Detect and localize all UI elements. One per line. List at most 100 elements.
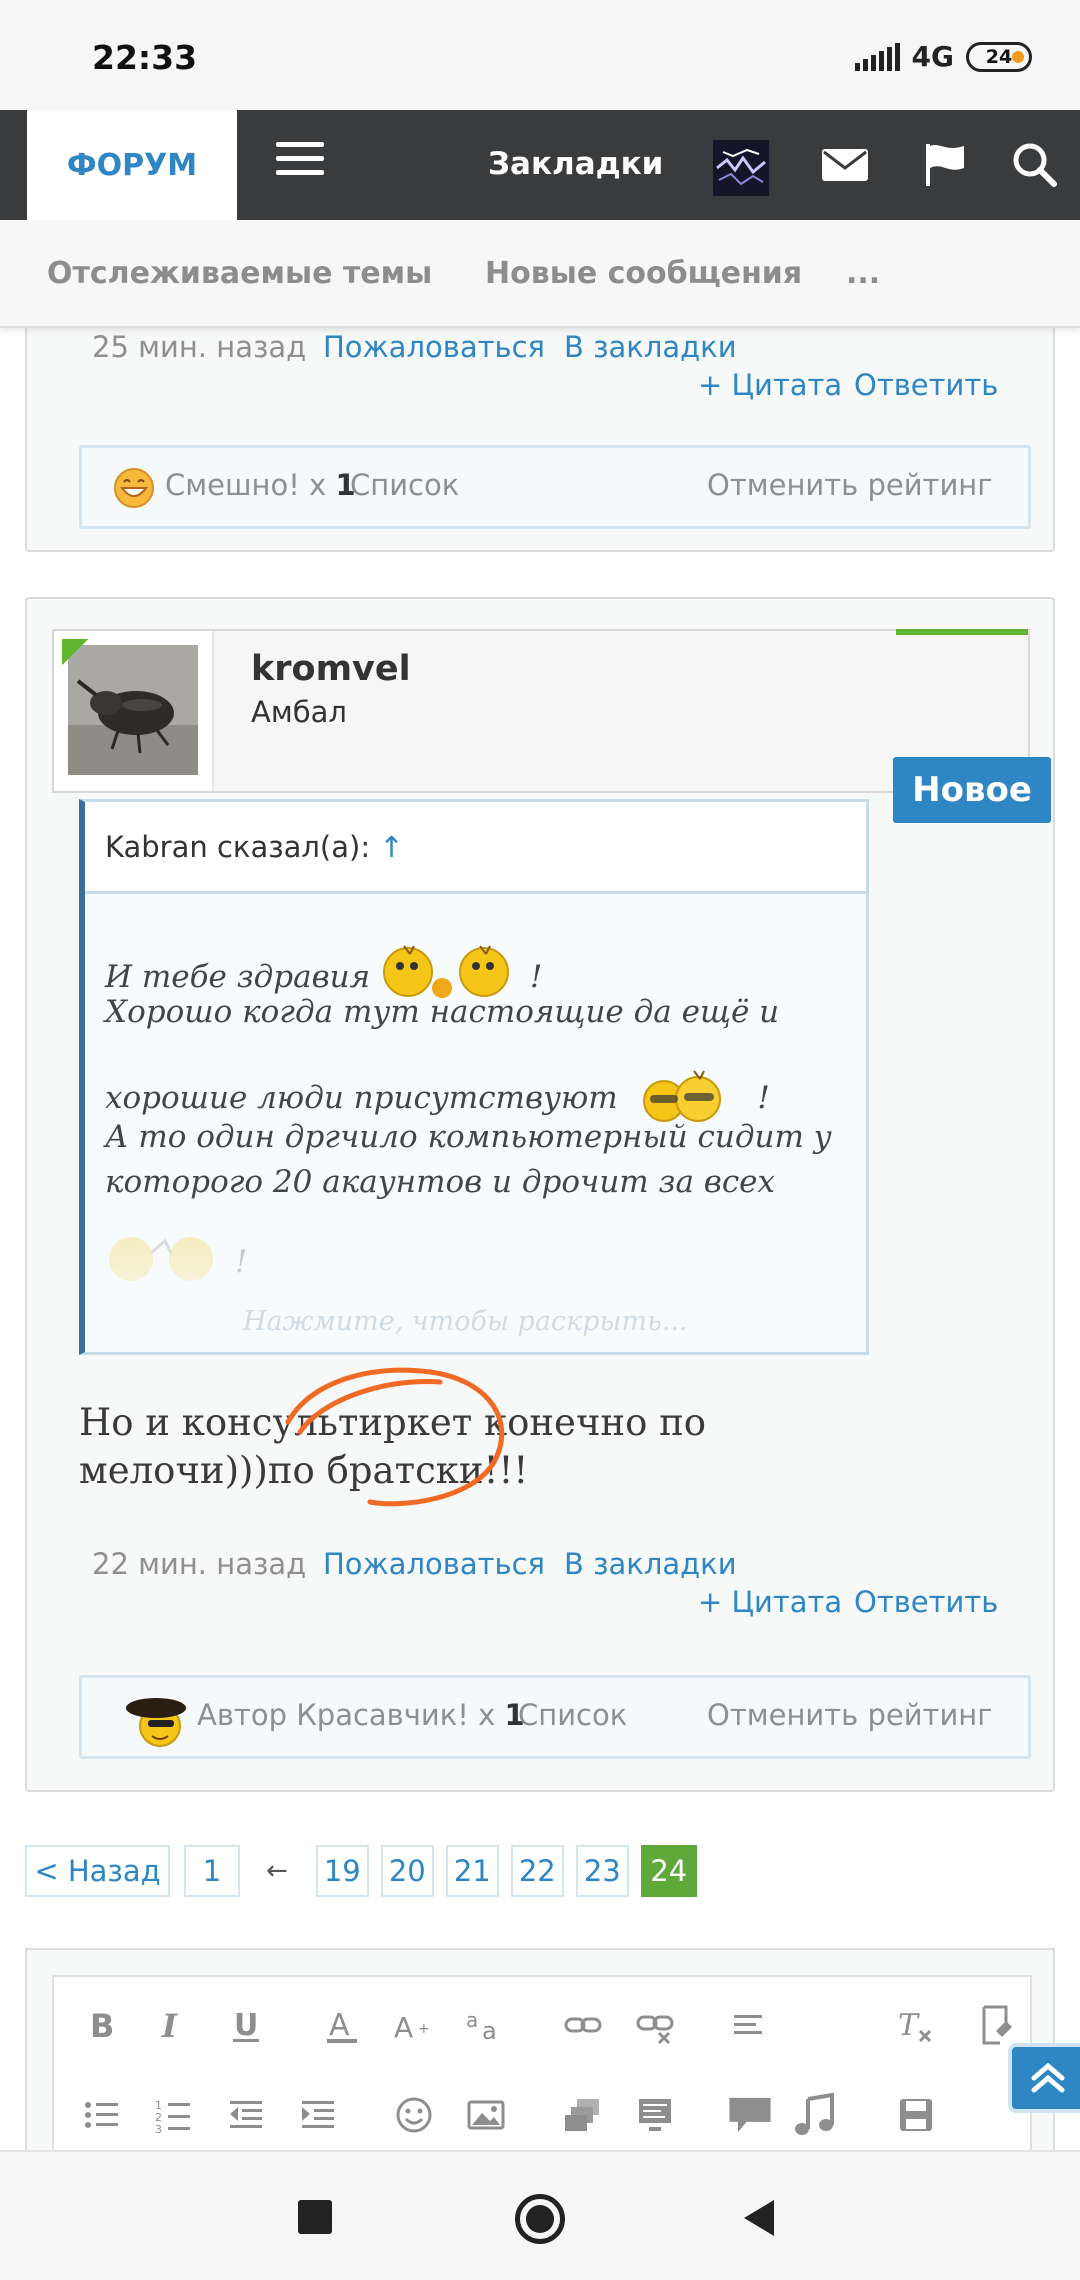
report-link[interactable]: Пожаловаться — [323, 330, 545, 364]
menu-icon[interactable] — [276, 142, 324, 178]
svg-text:A: A — [329, 2008, 350, 2043]
flag-icon[interactable] — [920, 140, 970, 190]
save-icon[interactable] — [892, 2091, 940, 2139]
page-22[interactable]: 22 — [510, 1845, 564, 1897]
rating-bar: Смешно! x 1 Список Отменить рейтинг — [79, 445, 1031, 529]
report-link[interactable]: Пожаловаться — [323, 1547, 545, 1581]
post-time: 25 мин. назад — [92, 330, 307, 364]
author-title: Амбал — [251, 695, 347, 729]
recents-icon[interactable] — [298, 2200, 332, 2234]
post-message: Но и консультиркет конечно по мелочи)))п… — [79, 1399, 1019, 1495]
bullet-list-icon[interactable] — [78, 2091, 126, 2139]
remove-format-icon[interactable]: T — [892, 2001, 940, 2049]
number-list-icon[interactable]: 123 — [150, 2091, 198, 2139]
quote-line: Хорошо когда тут настоящие да ещё и — [105, 994, 780, 1030]
new-post-strip — [896, 629, 1028, 635]
rating-label: Автор Красавчик! x 1 — [197, 1698, 525, 1732]
envelope-icon[interactable] — [820, 140, 870, 190]
chat-icon[interactable] — [726, 2091, 774, 2139]
post-time: 22 мин. назад — [92, 1547, 307, 1581]
author-avatar[interactable] — [54, 631, 214, 791]
reply-editor: B I U A A + aa T 123 — [25, 1948, 1055, 2165]
svg-text:I: I — [161, 2007, 178, 2045]
page-19[interactable]: 19 — [315, 1845, 369, 1897]
music-icon[interactable] — [790, 2091, 838, 2139]
home-icon[interactable] — [515, 2194, 565, 2244]
outdent-icon[interactable] — [222, 2091, 270, 2139]
italic-icon[interactable]: I — [150, 2001, 198, 2049]
tab-forum[interactable]: ФОРУМ — [27, 110, 237, 220]
page-20[interactable]: 20 — [380, 1845, 434, 1897]
bold-icon[interactable]: B — [78, 2001, 126, 2049]
rating-label: Смешно! x 1 — [165, 468, 356, 502]
battery-level: 24 — [985, 45, 1013, 68]
status-icons: 4G 24 — [854, 40, 1032, 73]
quote-line: А то один дргчило компьютерный сидит у — [105, 1119, 832, 1155]
svg-text:3: 3 — [155, 2123, 162, 2135]
double-chevron-up-icon — [1031, 2062, 1065, 2093]
undo-icon[interactable] — [972, 2001, 1020, 2049]
page-21[interactable]: 21 — [445, 1845, 499, 1897]
image-icon[interactable] — [462, 2091, 510, 2139]
page-23[interactable]: 23 — [575, 1845, 629, 1897]
nav-bookmarks[interactable]: Закладки — [488, 146, 663, 182]
subnav-more[interactable]: ... — [846, 256, 880, 291]
system-nav-bar — [0, 2150, 1080, 2280]
font-size-icon[interactable]: A + — [390, 2001, 438, 2049]
reply-link[interactable]: Ответить — [854, 368, 998, 402]
cancel-rating-link[interactable]: Отменить рейтинг — [707, 468, 992, 502]
online-indicator — [62, 639, 88, 665]
svg-text:U: U — [234, 2008, 258, 2043]
svg-text:A: A — [394, 2011, 413, 2044]
search-icon[interactable] — [1010, 140, 1060, 190]
bookmark-link[interactable]: В закладки — [564, 1547, 737, 1581]
font-family-icon[interactable]: aa — [462, 2001, 510, 2049]
quote-block: Kabran сказал(а): ↑ И тебе здравия ! Хор… — [79, 799, 869, 1355]
code-icon[interactable] — [631, 2091, 679, 2139]
svg-text:a: a — [466, 2008, 478, 2032]
sub-nav: Отслеживаемые темы Новые сообщения ... — [0, 220, 1080, 328]
rating-list-link[interactable]: Список — [518, 1698, 627, 1732]
laughing-smiley-icon — [112, 466, 156, 514]
page-gap-arrow[interactable]: ← — [266, 1856, 288, 1886]
align-icon[interactable] — [726, 2001, 774, 2049]
battery-icon: 24 — [966, 41, 1032, 72]
bookmark-link[interactable]: В закладки — [564, 330, 737, 364]
post-previous: 25 мин. назад Пожаловаться В закладки + … — [25, 300, 1055, 552]
quote-header: Kabran сказал(а): ↑ — [85, 802, 866, 894]
indent-icon[interactable] — [294, 2091, 342, 2139]
prev-page-button[interactable]: < Назад — [25, 1845, 170, 1897]
unlink-icon[interactable] — [631, 2001, 679, 2049]
page-1[interactable]: 1 — [184, 1845, 240, 1897]
page-24-current[interactable]: 24 — [640, 1845, 697, 1897]
message-line: мелочи)))по братски!!! — [79, 1449, 529, 1492]
scroll-to-top-button[interactable] — [1008, 2043, 1080, 2113]
signal-icon — [854, 42, 900, 71]
quote-link[interactable]: + Цитата — [698, 1585, 842, 1619]
status-bar: 22:33 4G 24 — [0, 0, 1080, 110]
quote-line: И тебе здравия ! — [105, 942, 845, 998]
user-avatar[interactable] — [713, 140, 769, 196]
reply-link[interactable]: Ответить — [854, 1585, 998, 1619]
quote-link[interactable]: + Цитата — [698, 368, 842, 402]
message-line: Но и консультиркет конечно по — [79, 1401, 707, 1444]
rating-list-link[interactable]: Список — [350, 468, 459, 502]
link-icon[interactable] — [559, 2001, 607, 2049]
author-card: kromvel Амбал — [52, 629, 1030, 793]
expand-quote-link[interactable]: Нажмите, чтобы раскрыть... — [243, 1306, 688, 1337]
rating-bar: Автор Красавчик! x 1 Список Отменить рей… — [79, 1675, 1031, 1759]
cancel-rating-link[interactable]: Отменить рейтинг — [707, 1698, 992, 1732]
media-icon[interactable] — [559, 2091, 607, 2139]
subnav-watched-threads[interactable]: Отслеживаемые темы — [47, 256, 432, 291]
underline-icon[interactable]: U — [222, 2001, 270, 2049]
svg-text:B: B — [90, 2007, 114, 2045]
svg-text:+: + — [418, 2021, 430, 2037]
quote-line: хорошие люди присутствуют ! — [105, 1035, 845, 1122]
top-nav: ФОРУМ Закладки — [0, 110, 1080, 220]
quote-source-arrow[interactable]: ↑ — [379, 830, 403, 864]
subnav-new-posts[interactable]: Новые сообщения — [485, 256, 802, 291]
smilies-icon[interactable] — [390, 2091, 438, 2139]
text-color-icon[interactable]: A — [318, 2001, 366, 2049]
author-username[interactable]: kromvel — [251, 649, 411, 689]
back-icon[interactable] — [742, 2198, 776, 2238]
